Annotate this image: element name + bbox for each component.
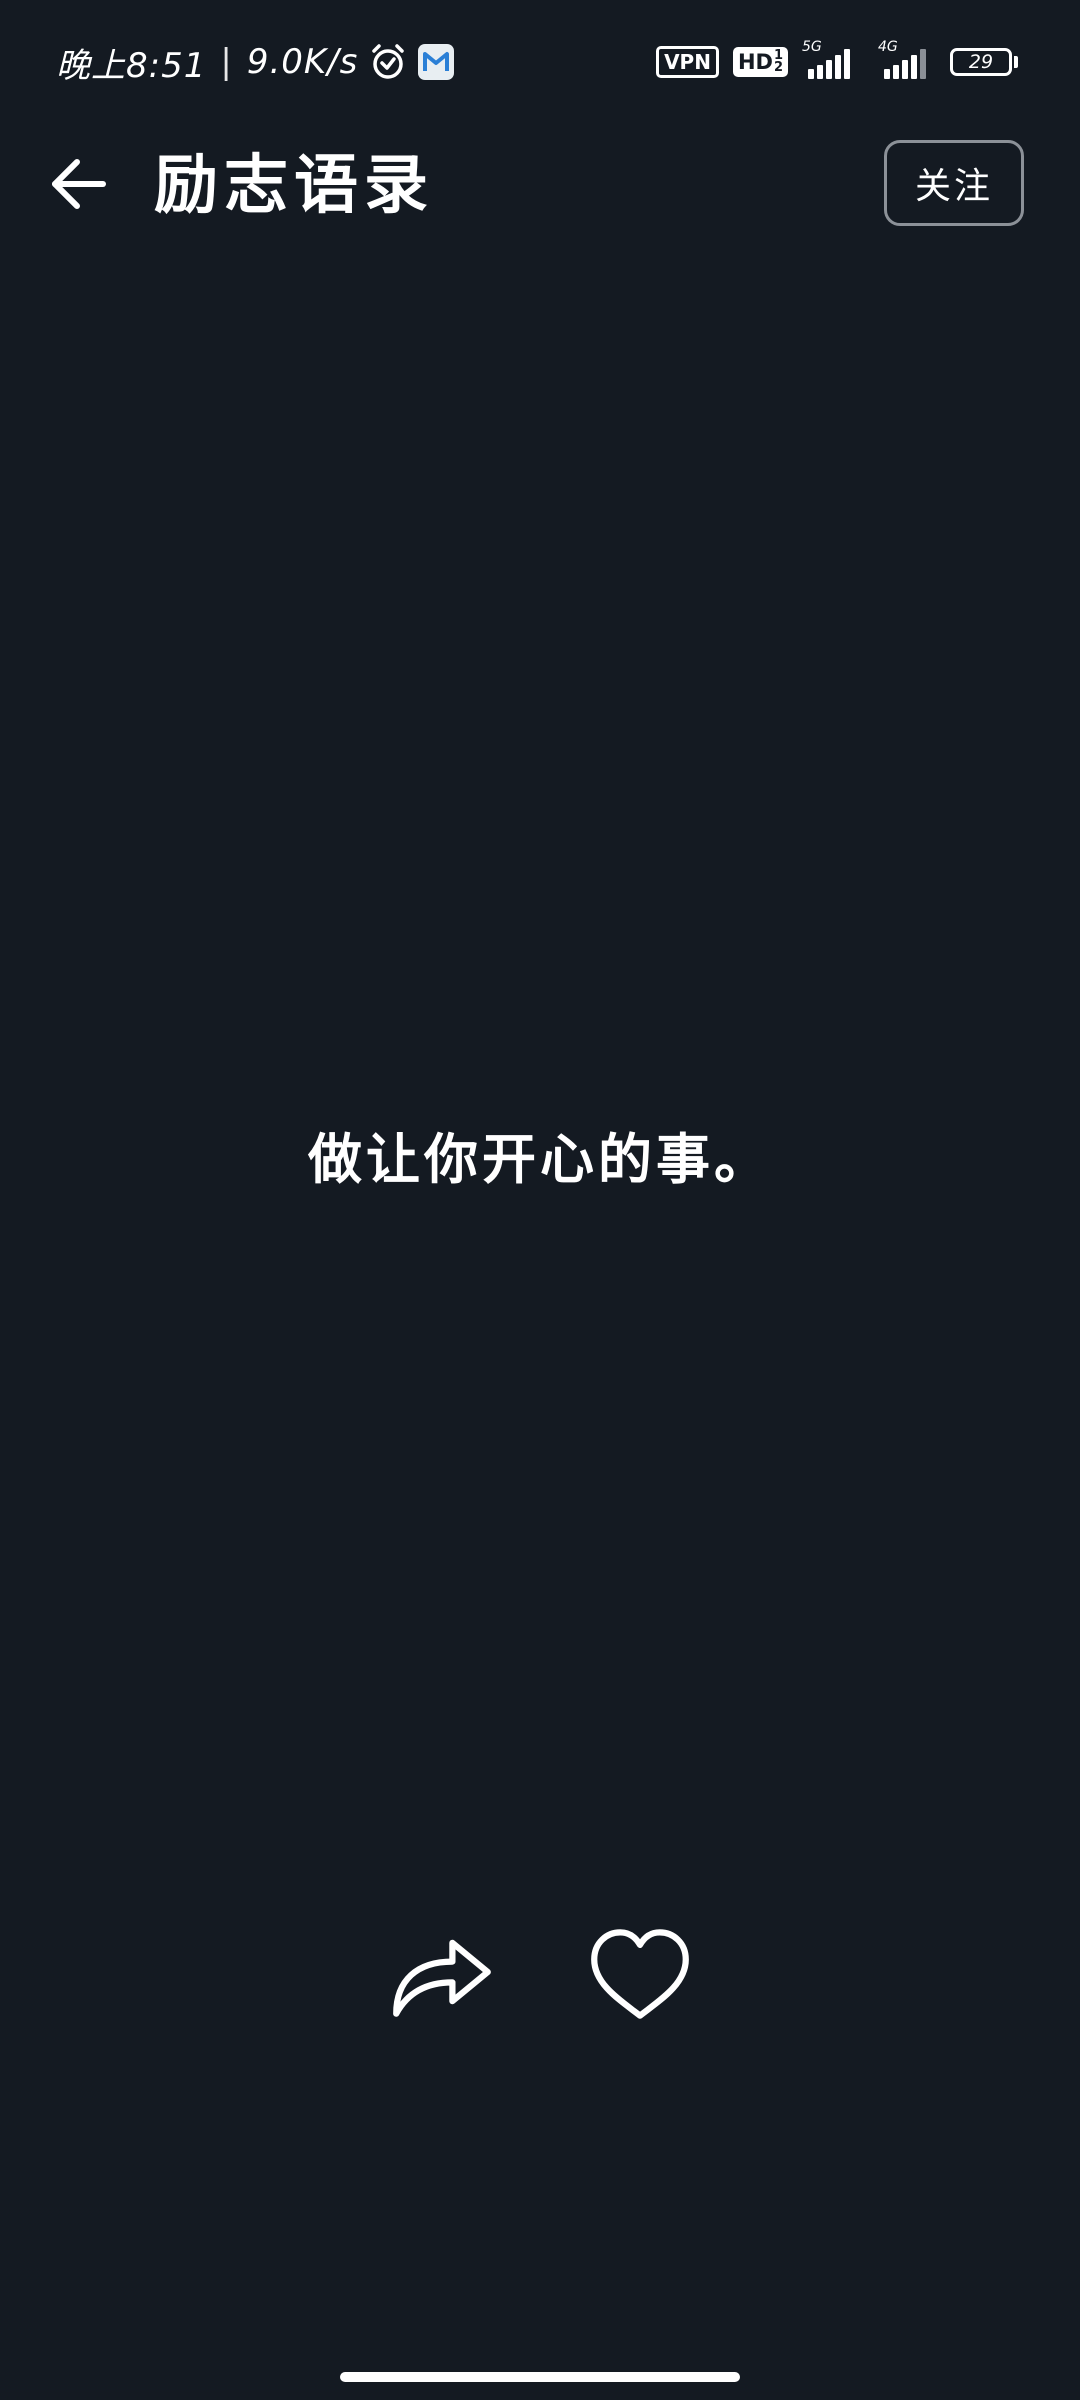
signal-5g-icon: 5G xyxy=(802,39,864,79)
like-button[interactable] xyxy=(588,1926,692,2022)
share-arrow-icon xyxy=(393,1939,491,2017)
signal-bar xyxy=(835,55,841,79)
signal-bar xyxy=(893,65,899,79)
home-indicator[interactable] xyxy=(340,2372,740,2382)
signal-bar xyxy=(808,69,814,79)
status-left: 晚上8:51 | 9.0K/s xyxy=(56,36,455,88)
screen: 晚上8:51 | 9.0K/s VPN HD 1 2 5G 4G 29 励志语录… xyxy=(0,0,1080,2400)
battery-icon: 29 xyxy=(950,48,1018,76)
alarm-clock-icon xyxy=(368,42,408,82)
back-button[interactable] xyxy=(42,148,114,220)
page-title: 励志语录 xyxy=(154,149,434,223)
mail-app-icon xyxy=(418,44,455,80)
signal-bar xyxy=(902,60,908,79)
battery-tip xyxy=(1014,56,1018,68)
signal-4g-tag: 4G xyxy=(878,39,898,55)
app-header: 励志语录 关注 xyxy=(0,124,1080,250)
signal-bar xyxy=(817,65,823,79)
signal-4g-icon: 4G xyxy=(878,39,936,79)
network-speed: 9.0K/s xyxy=(246,42,359,82)
signal-bar xyxy=(884,69,890,79)
status-separator: | xyxy=(220,42,233,82)
arrow-left-icon xyxy=(52,159,106,209)
signal-bar xyxy=(844,49,850,79)
signal-5g-tag: 5G xyxy=(802,39,822,55)
heart-outline-icon xyxy=(591,1929,689,2019)
hd-badge: HD 1 2 xyxy=(732,47,788,77)
signal-bar xyxy=(911,55,917,79)
signal-bar xyxy=(920,49,926,79)
battery-level: 29 xyxy=(950,48,1012,76)
status-right: VPN HD 1 2 5G 4G 29 xyxy=(656,39,1018,82)
status-bar: 晚上8:51 | 9.0K/s VPN HD 1 2 5G 4G 29 xyxy=(0,0,1080,124)
follow-button[interactable]: 关注 xyxy=(884,140,1024,226)
quote-text: 做让你开心的事。 xyxy=(308,1128,772,1191)
signal-bar xyxy=(826,60,832,79)
share-button[interactable] xyxy=(390,1920,494,2024)
hd-bottom: 2 xyxy=(773,60,783,75)
hd-fraction: 1 2 xyxy=(773,49,783,75)
vpn-badge: VPN xyxy=(656,46,719,78)
hd-label: HD xyxy=(737,50,773,74)
status-time: 晚上8:51 xyxy=(56,45,207,86)
